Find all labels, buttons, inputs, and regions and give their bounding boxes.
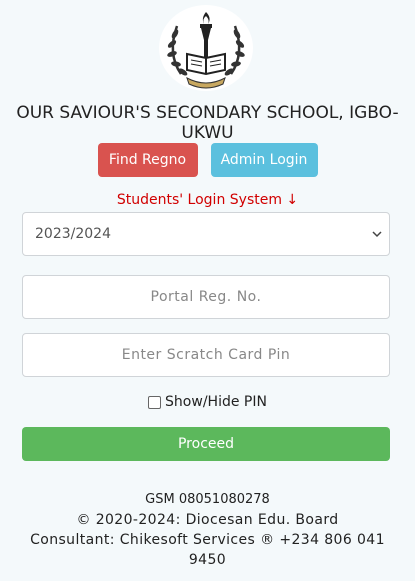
footer: GSM 08051080278 © 2020-2024: Diocesan Ed… <box>0 490 415 570</box>
session-selected-value: 2023/2024 <box>35 226 111 242</box>
proceed-button[interactable]: Proceed <box>22 427 390 461</box>
footer-gsm: GSM 08051080278 <box>145 492 270 507</box>
pin-placeholder: Enter Scratch Card Pin <box>121 347 291 363</box>
show-hide-pin-row[interactable]: Show/Hide PIN <box>0 394 415 410</box>
top-actions: Find Regno Admin Login <box>0 143 415 177</box>
login-system-title: Students' Login System ↓ <box>116 192 299 208</box>
find-regno-button[interactable]: Find Regno <box>97 143 198 177</box>
school-name-heading: OUR SAVIOUR'S SECONDARY SCHOOL, IGBO-UKW… <box>16 103 399 143</box>
footer-consultant: Consultant: Chikesoft Services ® +234 80… <box>30 532 385 568</box>
reg-number-placeholder: Portal Reg. No. <box>150 289 262 305</box>
school-logo-icon <box>159 5 253 91</box>
chevron-down-icon <box>372 231 382 238</box>
footer-copyright: © 2020-2024: Diocesan Edu. Board <box>76 512 339 528</box>
reg-number-input[interactable]: Portal Reg. No. <box>22 275 390 319</box>
scratch-card-pin-input[interactable]: Enter Scratch Card Pin <box>22 333 390 377</box>
admin-login-button[interactable]: Admin Login <box>210 143 318 177</box>
show-hide-pin-label: Show/Hide PIN <box>165 394 267 410</box>
show-hide-pin-checkbox[interactable] <box>148 395 162 409</box>
session-select[interactable]: 2023/2024 <box>22 212 390 256</box>
